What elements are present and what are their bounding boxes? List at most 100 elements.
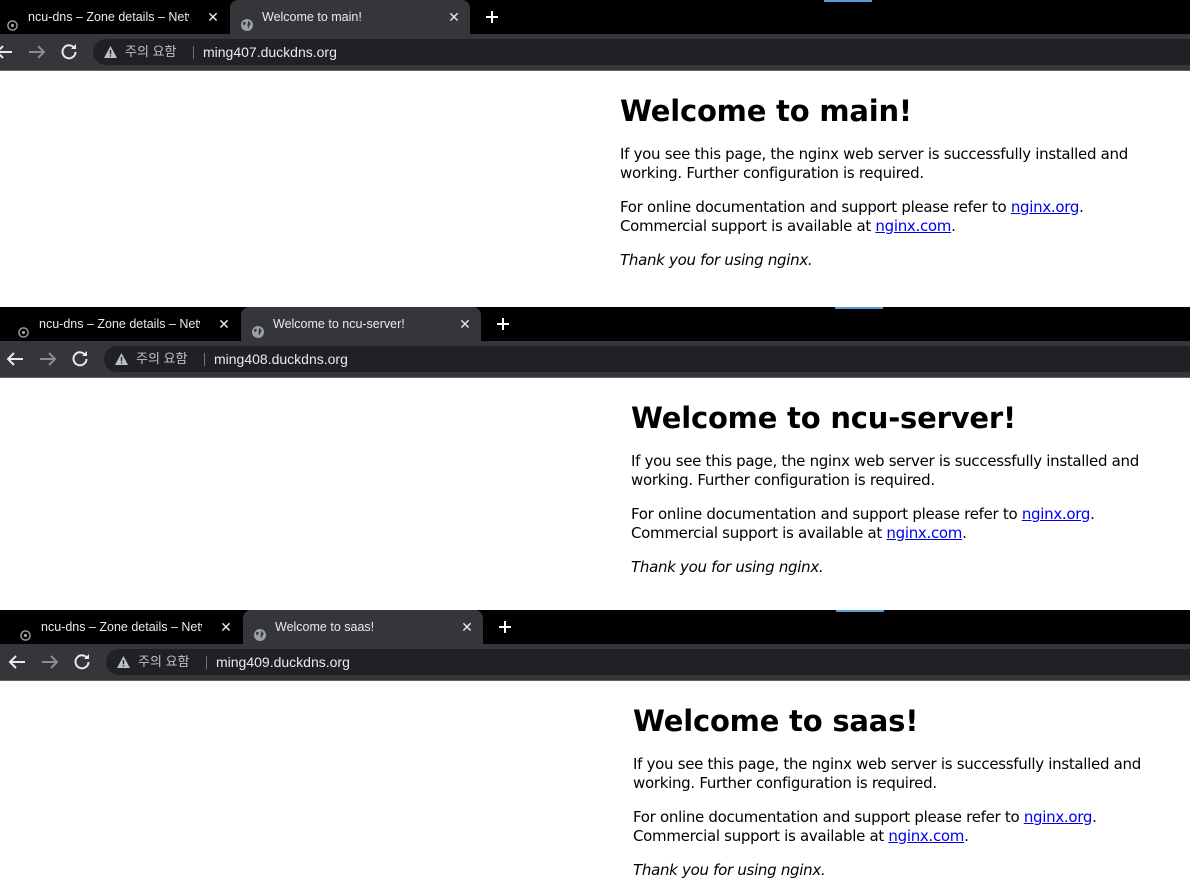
- reload-icon: [74, 654, 90, 670]
- tab-title: Welcome to main!: [262, 10, 362, 24]
- docs-text: For online documentation and support ple…: [633, 808, 1024, 826]
- omnibox-divider: [193, 46, 194, 59]
- support-text: Commercial support is available at: [631, 524, 887, 542]
- tab-strip-accent: [835, 307, 883, 309]
- docs-paragraph: For online documentation and support ple…: [633, 808, 1190, 846]
- page-viewport: Welcome to saas! If you see this page, t…: [0, 681, 1190, 896]
- gear-icon: [19, 621, 32, 641]
- back-arrow-icon: [6, 352, 23, 366]
- reload-button[interactable]: [68, 347, 92, 371]
- back-button[interactable]: [0, 40, 16, 64]
- globe-icon: [251, 318, 264, 338]
- gear-icon: [6, 11, 19, 31]
- docs-period: .: [1079, 198, 1084, 216]
- nginx-org-link[interactable]: nginx.org: [1024, 808, 1093, 826]
- nginx-com-link[interactable]: nginx.com: [886, 524, 962, 542]
- security-label[interactable]: 주의 요함: [136, 346, 187, 372]
- globe-icon: [240, 11, 253, 31]
- support-period: .: [951, 217, 956, 235]
- back-arrow-icon: [8, 655, 25, 669]
- tab-title: ncu-dns – Zone details – Network service…: [41, 620, 202, 634]
- docs-paragraph: For online documentation and support ple…: [620, 198, 1180, 236]
- close-icon[interactable]: ✕: [459, 610, 475, 644]
- tab-ncu-dns[interactable]: ncu-dns – Zone details – Network service…: [9, 610, 242, 644]
- forward-button[interactable]: [36, 347, 60, 371]
- docs-period: .: [1090, 505, 1095, 523]
- tab-welcome[interactable]: Welcome to saas! ✕: [243, 610, 483, 644]
- tab-strip: ncu-dns – Zone details – Network service…: [0, 0, 1190, 34]
- globe-icon: [253, 621, 266, 641]
- thanks-paragraph: Thank you for using nginx.: [631, 558, 1190, 577]
- warning-triangle-icon[interactable]: [116, 655, 131, 669]
- close-icon[interactable]: ✕: [457, 307, 473, 341]
- new-tab-button[interactable]: [491, 610, 519, 644]
- address-bar[interactable]: 주의 요함 ming408.duckdns.org: [104, 346, 1190, 372]
- new-tab-button[interactable]: [489, 307, 517, 341]
- reload-button[interactable]: [57, 40, 81, 64]
- url-text[interactable]: ming407.duckdns.org: [203, 39, 337, 65]
- close-icon[interactable]: ✕: [205, 0, 221, 34]
- tab-welcome[interactable]: Welcome to ncu-server! ✕: [241, 307, 481, 341]
- docs-text: For online documentation and support ple…: [631, 505, 1022, 523]
- tab-strip-accent: [824, 0, 872, 2]
- browser-window-saas: ncu-dns – Zone details – Network service…: [0, 610, 1190, 896]
- nginx-com-link[interactable]: nginx.com: [888, 827, 964, 845]
- install-message: If you see this page, the nginx web serv…: [620, 145, 1128, 182]
- tab-title: Welcome to saas!: [275, 620, 375, 634]
- omnibox-divider: [206, 656, 207, 669]
- nginx-org-link[interactable]: nginx.org: [1011, 198, 1080, 216]
- nginx-com-link[interactable]: nginx.com: [875, 217, 951, 235]
- close-icon[interactable]: ✕: [446, 0, 462, 34]
- forward-arrow-icon: [29, 45, 46, 59]
- support-period: .: [962, 524, 967, 542]
- toolbar: 주의 요함 ming408.duckdns.org: [0, 341, 1190, 377]
- close-icon[interactable]: ✕: [218, 610, 234, 644]
- forward-button[interactable]: [38, 650, 62, 674]
- warning-triangle-icon[interactable]: [114, 352, 129, 366]
- nginx-welcome-content: Welcome to ncu-server! If you see this p…: [631, 378, 1190, 577]
- thanks-text: Thank you for using nginx.: [631, 558, 824, 576]
- plus-icon: [486, 11, 498, 23]
- back-arrow-icon: [0, 45, 12, 59]
- support-text: Commercial support is available at: [620, 217, 876, 235]
- plus-icon: [499, 621, 511, 633]
- nginx-org-link[interactable]: nginx.org: [1022, 505, 1091, 523]
- back-button[interactable]: [3, 347, 27, 371]
- security-label[interactable]: 주의 요함: [125, 39, 176, 65]
- tab-strip: ncu-dns – Zone details – Network service…: [0, 610, 1190, 644]
- forward-arrow-icon: [42, 655, 59, 669]
- tab-ncu-dns[interactable]: ncu-dns – Zone details – Network service…: [7, 307, 240, 341]
- warning-triangle-icon[interactable]: [103, 45, 118, 59]
- toolbar: 주의 요함 ming407.duckdns.org: [0, 34, 1190, 70]
- url-text[interactable]: ming409.duckdns.org: [216, 649, 350, 675]
- forward-arrow-icon: [40, 352, 57, 366]
- thanks-text: Thank you for using nginx.: [620, 251, 813, 269]
- install-message: If you see this page, the nginx web serv…: [631, 452, 1139, 489]
- security-label[interactable]: 주의 요함: [138, 649, 189, 675]
- tab-strip: ncu-dns – Zone details – Network service…: [0, 307, 1190, 341]
- gear-icon: [17, 318, 30, 338]
- reload-button[interactable]: [70, 650, 94, 674]
- support-text: Commercial support is available at: [633, 827, 889, 845]
- page-viewport: Welcome to ncu-server! If you see this p…: [0, 378, 1190, 610]
- tab-strip-accent: [836, 610, 884, 612]
- omnibox-divider: [204, 353, 205, 366]
- new-tab-button[interactable]: [478, 0, 506, 34]
- address-bar[interactable]: 주의 요함 ming407.duckdns.org: [93, 39, 1190, 65]
- tab-title: Welcome to ncu-server!: [273, 317, 405, 331]
- thanks-paragraph: Thank you for using nginx.: [633, 861, 1190, 880]
- back-button[interactable]: [5, 650, 29, 674]
- url-text[interactable]: ming408.duckdns.org: [214, 346, 348, 372]
- close-icon[interactable]: ✕: [216, 307, 232, 341]
- page-viewport: Welcome to main! If you see this page, t…: [0, 71, 1190, 307]
- install-message: If you see this page, the nginx web serv…: [633, 755, 1141, 792]
- toolbar: 주의 요함 ming409.duckdns.org: [0, 644, 1190, 680]
- browser-window-main: ncu-dns – Zone details – Network service…: [0, 0, 1190, 307]
- nginx-welcome-content: Welcome to saas! If you see this page, t…: [633, 681, 1190, 880]
- forward-button[interactable]: [25, 40, 49, 64]
- tab-ncu-dns[interactable]: ncu-dns – Zone details – Network service…: [0, 0, 229, 34]
- docs-text: For online documentation and support ple…: [620, 198, 1011, 216]
- tab-welcome[interactable]: Welcome to main! ✕: [230, 0, 470, 34]
- address-bar[interactable]: 주의 요함 ming409.duckdns.org: [106, 649, 1190, 675]
- thanks-text: Thank you for using nginx.: [633, 861, 826, 879]
